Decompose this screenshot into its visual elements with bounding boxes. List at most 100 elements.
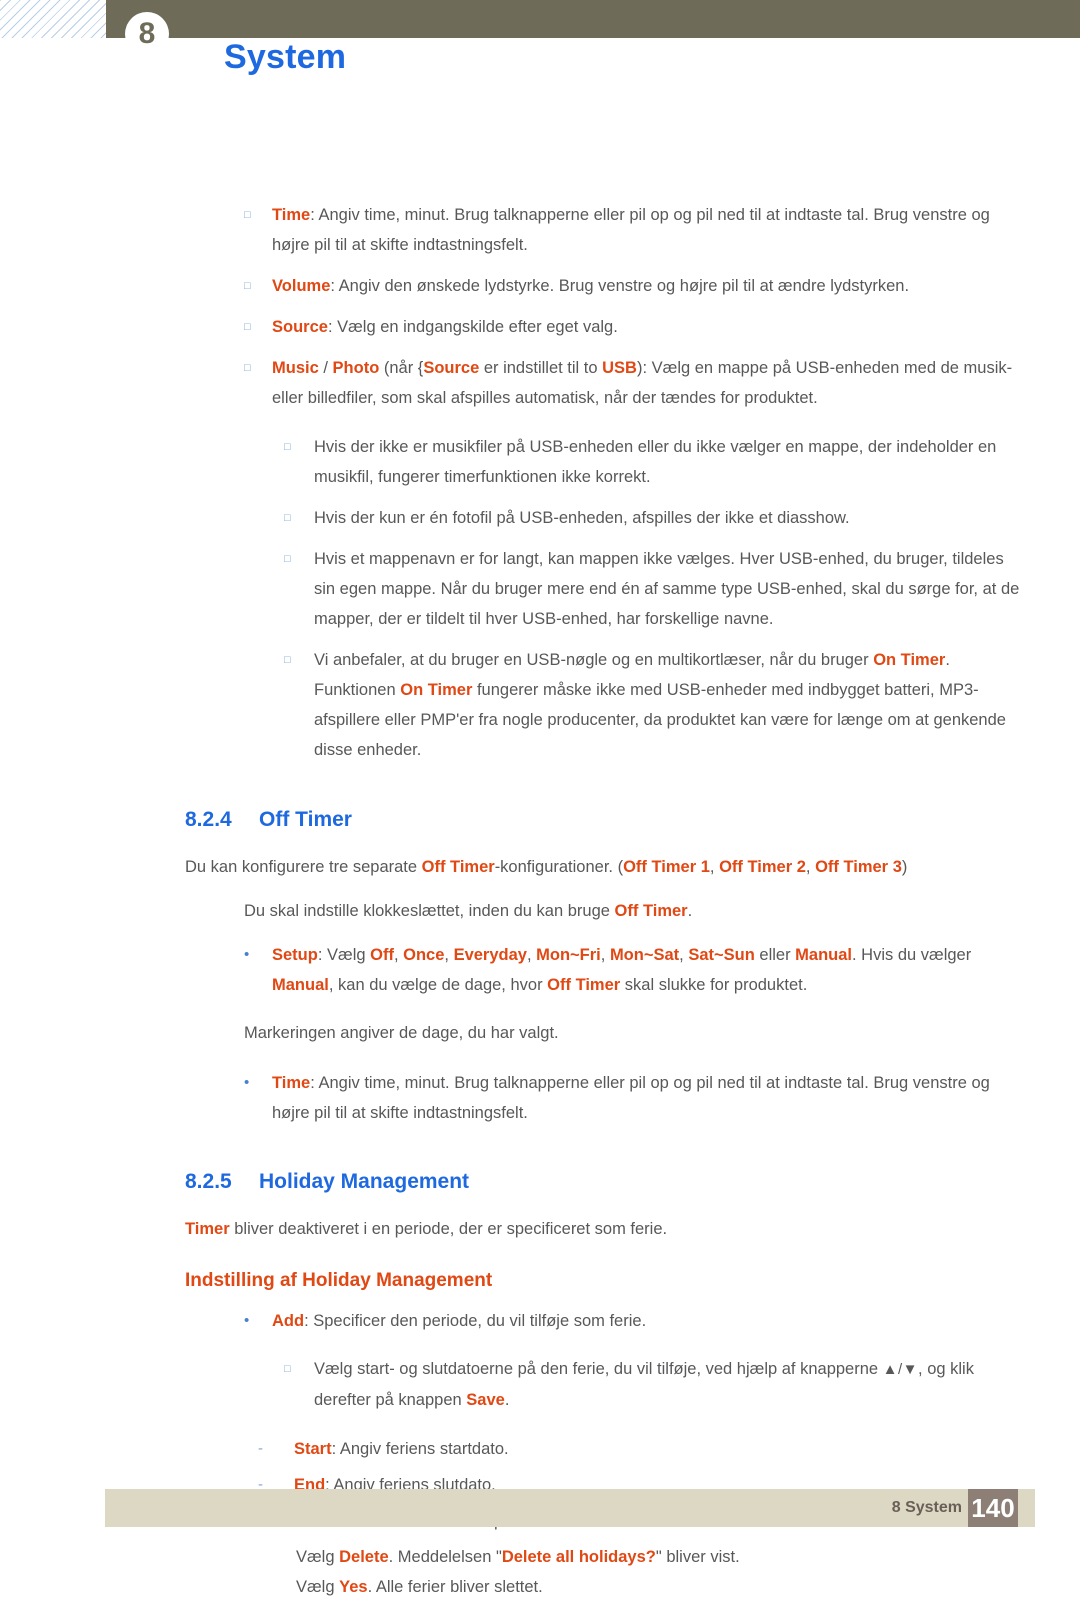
bullet-marker-icon: □ [244,280,251,292]
body-text: , [444,946,454,964]
list-item: - Start: Angiv feriens startdato. [258,1434,1020,1464]
nested-note-list: □ Hvis der ikke er musikfiler på USB-enhe… [0,432,1080,765]
body-text: Du skal indstille klokkeslættet, inden d… [244,902,615,920]
body-text: eller [754,946,796,964]
bullet-marker-icon: • [244,1312,250,1329]
body-text: -konfigurationer. ( [494,858,624,876]
list-item-text: Vi anbefaler, at du bruger en USB-nøgle … [314,645,1028,765]
heading-8-2-4-number: 8.2.4 [185,808,232,831]
delete-step-text: Vælg Delete. Meddelelsen "Delete all hol… [296,1542,1010,1572]
section-8-2-5-intro: Timer bliver deaktiveret i en periode, d… [185,1214,1010,1244]
bullet-marker-icon: □ [284,553,291,565]
keyword-text: Once [403,946,445,964]
body-text: , [709,858,720,876]
keyword-text: Yes [339,1578,368,1596]
footer-chapter-label: 8 System [891,1499,962,1516]
body-text: Vi anbefaler, at du bruger en USB-nøgle … [314,651,874,669]
body-text: Vælg [296,1578,340,1596]
list-item: □ Vælg start- og slutdatoerne på den feri… [284,1354,1028,1415]
body-text: (når { [379,359,424,377]
body-text: ▲/▼ [882,1361,919,1378]
intro-bullet-list: □ Time: Angiv time, minut. Brug talknappe… [0,200,1080,413]
keyword-text: Off Timer 3 [815,858,902,876]
keyword-text: Timer [185,1220,230,1238]
heading-8-2-4-title: Off Timer [259,808,352,831]
bullet-marker-icon: • [244,1074,250,1091]
section-8-2-4-intro: Du kan konfigurere tre separate Off Time… [185,852,1010,882]
bullet-marker-icon: □ [284,1363,291,1375]
keyword-text: On Timer [873,651,946,669]
section-8-2-4-bullets: • Setup: Vælg Off, Once, Everyday, Mon~Fr… [0,940,1080,1000]
list-item: □ Source: Vælg en indgangskilde efter ege… [244,312,1020,342]
chapter-number-badge: 8 [125,12,169,56]
body-text: Du kan konfigurere tre separate [185,858,422,876]
bullet-marker-icon: □ [244,362,251,374]
body-text: Vælg start- og slutdatoerne på den ferie… [314,1360,883,1378]
list-item: □ Hvis et mappenavn er for langt, kan map… [284,544,1028,634]
bullet-marker-icon: □ [244,209,251,221]
bullet-marker-icon: • [244,946,250,963]
page-title: System [224,38,347,76]
heading-8-2-5-title: Holiday Management [259,1170,470,1193]
list-item: □ Hvis der ikke er musikfiler på USB-enhe… [284,432,1028,492]
body-text: ) [901,858,908,876]
body-text: " bliver vist. [655,1548,740,1566]
header-bar [106,0,1080,38]
keyword-text: On Timer [400,681,473,699]
list-item-text: Time: Angiv time, minut. Brug talknapper… [272,1068,1020,1128]
choose-dates-bullet: □ Vælg start- og slutdatoerne på den feri… [0,1354,1080,1415]
list-item-text: Time: Angiv time, minut. Brug talknapper… [272,200,1020,260]
bullet-marker-icon: □ [244,321,251,333]
keyword-text: Delete all holidays? [501,1548,656,1566]
list-item-text: Hvis der kun er én fotofil på USB-enhede… [314,503,1028,533]
keyword-text: Delete [339,1548,389,1566]
body-text: . Hvis du vælger [852,946,972,964]
body-text: Vælg [296,1548,340,1566]
body-text: . Alle ferier bliver slettet. [367,1578,543,1596]
body-text: : Angiv time, minut. Brug talknapperne e… [272,1074,990,1122]
marking-note: Markeringen angiver de dage, du har valg… [244,1024,559,1042]
body-text: , kan du vælge de dage, hvor [328,976,548,994]
list-item-text: Volume: Angiv den ønskede lydstyrke. Bru… [272,271,1020,301]
page-number-box: 140 [968,1489,1018,1527]
body-text: : Angiv time, minut. Brug talknapperne e… [272,206,990,254]
bullet-marker-icon: - [258,1440,263,1457]
heading-8-2-4: 8.2.4 Off Timer [185,808,1080,832]
body-text: , [526,946,537,964]
document-body: □ Time: Angiv time, minut. Brug talknappe… [0,200,1080,1602]
body-text: , [805,858,816,876]
keyword-text: Time [272,1074,311,1092]
list-item-text: Setup: Vælg Off, Once, Everyday, Mon~Fri… [272,940,1020,1000]
delete-steps: Vælg Delete. Meddelelsen "Delete all hol… [0,1542,1080,1602]
keyword-text: Off Timer [614,902,688,920]
body-text: . [687,902,693,920]
keyword-text: Mon~Fri [536,946,601,964]
keyword-text: Time [272,206,311,224]
keyword-text: Photo [332,359,380,377]
body-text: er indstillet til to [479,359,603,377]
keyword-text: Setup [272,946,318,964]
body-text: : Angiv feriens startdato. [331,1440,509,1458]
keyword-text: Off Timer 2 [719,858,806,876]
body-text: . [504,1391,510,1409]
keyword-text: Off Timer 1 [623,858,710,876]
keyword-text: Manual [795,946,853,964]
body-text: , [600,946,610,964]
keyword-text: Off Timer [421,858,495,876]
keyword-text: Volume [272,277,331,295]
list-item: □ Music / Photo (når {Source er indstille… [244,353,1020,413]
keyword-text: USB [602,359,637,377]
list-item: □ Vi anbefaler, at du bruger en USB-nøgle… [284,645,1028,765]
bullet-marker-icon: □ [284,654,291,666]
body-text: : Specificer den periode, du vil tilføje… [304,1312,647,1330]
body-text: : Angiv den ønskede lydstyrke. Brug vens… [330,277,910,295]
body-text: , [393,946,404,964]
bullet-marker-icon: □ [284,512,291,524]
list-item-text: Music / Photo (når {Source er indstillet… [272,353,1020,413]
keyword-text: Mon~Sat [609,946,680,964]
list-item-text: Start: Angiv feriens startdato. [294,1434,1020,1464]
keyword-text: Start [294,1440,332,1458]
body-text: Hvis der kun er én fotofil på USB-enhede… [314,509,850,527]
subheading-indstilling: Indstilling af Holiday Management [185,1270,493,1291]
body-text: bliver deaktiveret i en periode, der er … [229,1220,668,1238]
